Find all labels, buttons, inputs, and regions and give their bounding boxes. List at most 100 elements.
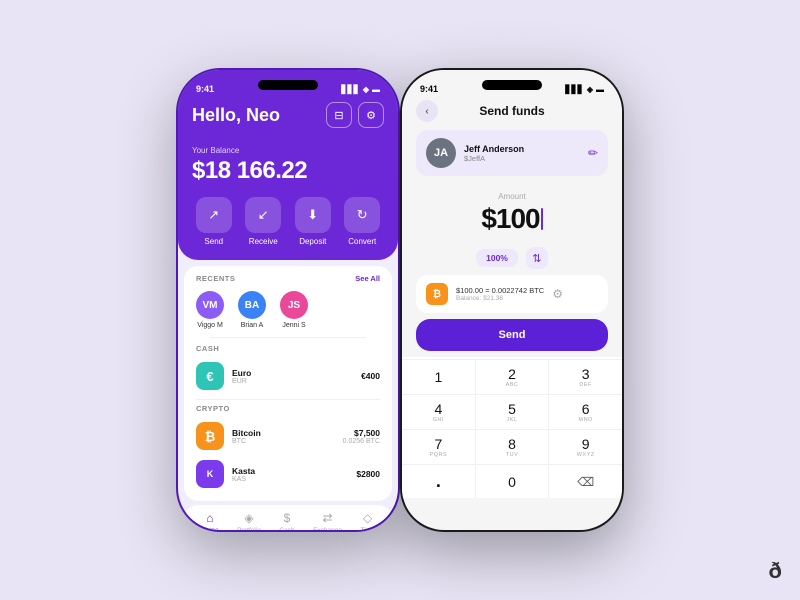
convert-icon: ↻ bbox=[344, 197, 380, 233]
euro-icon: € bbox=[196, 362, 224, 390]
exchange-nav-label: Exchange bbox=[313, 527, 342, 530]
tiers-nav-label: Tiers bbox=[360, 527, 374, 530]
dynamic-island-right bbox=[482, 80, 542, 90]
recent-avatar-viggo: VM bbox=[196, 291, 224, 319]
back-button[interactable]: ‹ bbox=[416, 100, 438, 122]
right-phone: 9:41 ▋▋▋ ◈ ▬ ‹ Send funds JA Jeff Anders… bbox=[400, 68, 624, 532]
key-0[interactable]: 0 bbox=[476, 465, 550, 498]
amount-value: $100 bbox=[416, 203, 608, 235]
wifi-icon-left: ◈ bbox=[363, 85, 369, 94]
kasta-item[interactable]: K Kasta KAS $2800 bbox=[196, 455, 380, 493]
layout-icon-btn[interactable]: ⊟ bbox=[326, 102, 352, 128]
cash-title: CASH bbox=[196, 344, 380, 353]
recipient-card[interactable]: JA Jeff Anderson $JeffA ✏ bbox=[416, 130, 608, 176]
time-right: 9:41 bbox=[420, 84, 438, 94]
key-4[interactable]: 4 GHI bbox=[402, 395, 476, 429]
key-3[interactable]: 3 DEF bbox=[549, 360, 622, 394]
see-all-link[interactable]: See All bbox=[355, 274, 380, 283]
nav-cash[interactable]: $ Cash bbox=[279, 511, 294, 530]
key-8[interactable]: 8 TUV bbox=[476, 430, 550, 464]
send-label: Send bbox=[204, 237, 223, 246]
send-action[interactable]: ↗ Send bbox=[192, 197, 236, 246]
btc-code: BTC bbox=[232, 438, 335, 445]
recent-item-viggo[interactable]: VM Viggo M bbox=[196, 291, 224, 329]
btc-name: Bitcoin bbox=[232, 428, 335, 438]
send-funds-header: ‹ Send funds bbox=[402, 98, 622, 124]
nav-exchange[interactable]: ⇄ Exchange bbox=[313, 511, 342, 530]
key-9[interactable]: 9 WXYZ bbox=[549, 430, 622, 464]
battery-icon-right: ▬ bbox=[596, 85, 604, 94]
key-1[interactable]: 1 bbox=[402, 360, 476, 394]
swap-button[interactable]: ⇅ bbox=[526, 247, 548, 269]
amount-section: Amount $100 bbox=[402, 182, 622, 241]
key-7[interactable]: 7 PQRS bbox=[402, 430, 476, 464]
euro-item[interactable]: € Euro EUR €400 bbox=[196, 357, 380, 395]
portfolio-nav-label: Portfolio bbox=[237, 527, 261, 530]
settings-icon-btn[interactable]: ⚙ bbox=[358, 102, 384, 128]
conversion-settings-icon[interactable]: ⚙ bbox=[552, 287, 563, 301]
brand-logo: ð bbox=[769, 558, 782, 584]
receive-action[interactable]: ↙ Receive bbox=[242, 197, 286, 246]
tiers-icon: ◇ bbox=[363, 511, 372, 525]
deposit-action[interactable]: ⬇ Deposit bbox=[291, 197, 335, 246]
recipient-name: Jeff Anderson bbox=[464, 144, 580, 154]
home-nav-label: Home bbox=[201, 527, 218, 530]
nav-tiers[interactable]: ◇ Tiers bbox=[360, 511, 374, 530]
exchange-icon: ⇄ bbox=[323, 511, 333, 525]
recipient-handle: $JeffA bbox=[464, 154, 580, 163]
recent-name-viggo: Viggo M bbox=[197, 322, 223, 329]
amount-label: Amount bbox=[416, 192, 608, 201]
keypad: 1 2 ABC 3 DEF 4 GHI bbox=[402, 357, 622, 498]
send-funds-button[interactable]: Send bbox=[416, 319, 608, 351]
kasta-code: KAS bbox=[232, 476, 348, 483]
recent-item-brian[interactable]: BA Brian A bbox=[238, 291, 266, 329]
percent-row: 100% ⇅ bbox=[402, 247, 622, 269]
battery-icon-left: ▬ bbox=[372, 85, 380, 94]
home-icon: ⌂ bbox=[206, 511, 213, 525]
cash-nav-label: Cash bbox=[279, 527, 294, 530]
conversion-text: $100.00 = 0.0022742 BTC bbox=[456, 286, 544, 295]
back-icon: ‹ bbox=[425, 106, 428, 117]
edit-recipient-icon[interactable]: ✏ bbox=[588, 146, 598, 160]
signal-icon-right: ▋▋▋ bbox=[565, 85, 583, 94]
key-delete[interactable]: ⌫ bbox=[549, 465, 622, 498]
deposit-icon: ⬇ bbox=[295, 197, 331, 233]
crypto-title: CRYPTO bbox=[196, 404, 380, 413]
conversion-row: ₿ $100.00 = 0.0022742 BTC Balance: $21.3… bbox=[416, 275, 608, 313]
kasta-name: Kasta bbox=[232, 466, 348, 476]
btc-value: $7,500 bbox=[343, 428, 380, 438]
portfolio-icon: ◈ bbox=[244, 511, 253, 525]
key-dot[interactable]: . bbox=[402, 465, 476, 498]
send-icon: ↗ bbox=[196, 197, 232, 233]
kasta-icon: K bbox=[196, 460, 224, 488]
conversion-btc-icon: ₿ bbox=[426, 283, 448, 305]
nav-home[interactable]: ⌂ Home bbox=[201, 511, 218, 530]
btc-icon: ₿ bbox=[196, 422, 224, 450]
keypad-row-1: 1 2 ABC 3 DEF bbox=[402, 359, 622, 394]
key-5[interactable]: 5 JKL bbox=[476, 395, 550, 429]
bitcoin-item[interactable]: ₿ Bitcoin BTC $7,500 0.0256 BTC bbox=[196, 417, 380, 455]
euro-name: Euro bbox=[232, 368, 353, 378]
cursor bbox=[541, 208, 543, 230]
recent-item-jenni[interactable]: JS Jenni S bbox=[280, 291, 308, 329]
nav-portfolio[interactable]: ◈ Portfolio bbox=[237, 511, 261, 530]
receive-label: Receive bbox=[249, 237, 278, 246]
percent-100-button[interactable]: 100% bbox=[476, 249, 518, 267]
recent-name-brian: Brian A bbox=[241, 322, 264, 329]
keypad-row-4: . 0 ⌫ bbox=[402, 464, 622, 498]
recent-avatar-brian: BA bbox=[238, 291, 266, 319]
balance-amount: $18 166.22 bbox=[192, 157, 384, 185]
conversion-balance: Balance: $21.36 bbox=[456, 295, 544, 302]
greeting-text: Hello, Neo bbox=[192, 105, 280, 126]
left-phone: 9:41 ▋▋▋ ◈ ▬ Hello, Neo ⊟ ⚙ bbox=[176, 68, 400, 532]
key-2[interactable]: 2 ABC bbox=[476, 360, 550, 394]
balance-label: Your Balance bbox=[192, 146, 384, 155]
keypad-row-2: 4 GHI 5 JKL 6 MNO bbox=[402, 394, 622, 429]
convert-action[interactable]: ↻ Convert bbox=[341, 197, 385, 246]
cash-nav-icon: $ bbox=[284, 511, 291, 525]
recents-title: RECENTS bbox=[196, 274, 235, 283]
key-6[interactable]: 6 MNO bbox=[549, 395, 622, 429]
convert-label: Convert bbox=[348, 237, 376, 246]
swap-icon: ⇅ bbox=[532, 252, 541, 265]
deposit-label: Deposit bbox=[299, 237, 326, 246]
